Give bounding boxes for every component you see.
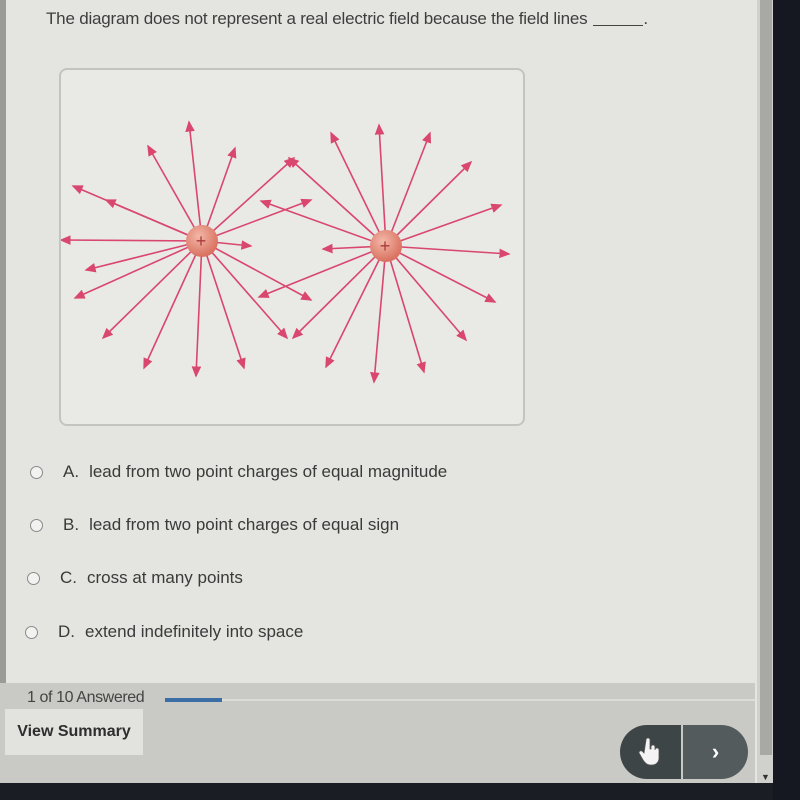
screen-bezel: [773, 0, 800, 800]
field-line: [291, 245, 387, 340]
radio-d[interactable]: [25, 625, 38, 639]
field-line: [385, 245, 511, 259]
field-line: [73, 240, 203, 299]
field-line: [143, 240, 203, 370]
hand-cursor-icon: [638, 737, 659, 766]
field-line: [385, 245, 497, 303]
option-text: lead from two point charges of equal sig…: [89, 515, 400, 534]
charge-sign-label: +: [380, 236, 391, 256]
scroll-down-arrow-icon[interactable]: ▼: [761, 772, 770, 782]
view-summary-button[interactable]: View Summary: [5, 709, 143, 755]
field-line: [385, 245, 426, 374]
radio-b[interactable]: [30, 518, 43, 532]
charge-sign-label: +: [196, 231, 207, 251]
option-letter: D.: [58, 622, 75, 641]
field-lines-svg: + +: [61, 120, 511, 384]
field-line: [71, 185, 203, 242]
progress-fill: [165, 698, 222, 702]
option-c[interactable]: C. cross at many points: [27, 568, 243, 588]
field-line: [201, 240, 289, 340]
field-line: [385, 203, 503, 247]
next-button[interactable]: ›: [683, 725, 748, 779]
field-line: [201, 198, 313, 242]
option-b[interactable]: B. lead from two point charges of equal …: [30, 515, 399, 535]
option-letter: A.: [63, 462, 80, 481]
field-line: [201, 156, 296, 242]
radio-c[interactable]: [27, 571, 40, 585]
quiz-page: The diagram does not represent a real el…: [0, 0, 765, 800]
field-line: [385, 160, 473, 247]
field-line: [374, 123, 387, 247]
option-text: extend indefinitely into space: [85, 622, 304, 641]
answered-count: 1 of 10 Answered: [27, 689, 145, 706]
progress-bar: [165, 698, 755, 702]
question-period: .: [643, 9, 648, 28]
option-letter: B.: [63, 515, 80, 534]
scrollbar-thumb[interactable]: [760, 0, 772, 755]
field-diagram: + +: [59, 68, 525, 426]
option-letter: C.: [60, 568, 77, 587]
vertical-scrollbar[interactable]: ▼: [757, 0, 773, 790]
navigation-buttons: ›: [620, 725, 748, 779]
radio-a[interactable]: [30, 465, 43, 479]
field-line: [84, 240, 203, 273]
field-line: [385, 131, 431, 247]
question-stem: The diagram does not represent a real el…: [46, 9, 588, 28]
left-border: [0, 0, 6, 690]
question-text: The diagram does not represent a real el…: [46, 9, 648, 29]
option-a[interactable]: A. lead from two point charges of equal …: [30, 462, 447, 482]
screen-bezel-bottom: [0, 783, 773, 800]
field-line: [61, 235, 203, 245]
field-line: [101, 240, 203, 340]
previous-button[interactable]: [620, 725, 681, 779]
answer-blank: [593, 25, 644, 26]
quiz-footer: 1 of 10 Answered View Summary ›: [0, 683, 755, 783]
field-line: [385, 245, 468, 342]
option-text: cross at many points: [87, 568, 243, 587]
field-line: [191, 240, 203, 378]
option-text: lead from two point charges of equal mag…: [89, 462, 448, 481]
option-d[interactable]: D. extend indefinitely into space: [25, 622, 303, 642]
field-line: [257, 245, 387, 298]
